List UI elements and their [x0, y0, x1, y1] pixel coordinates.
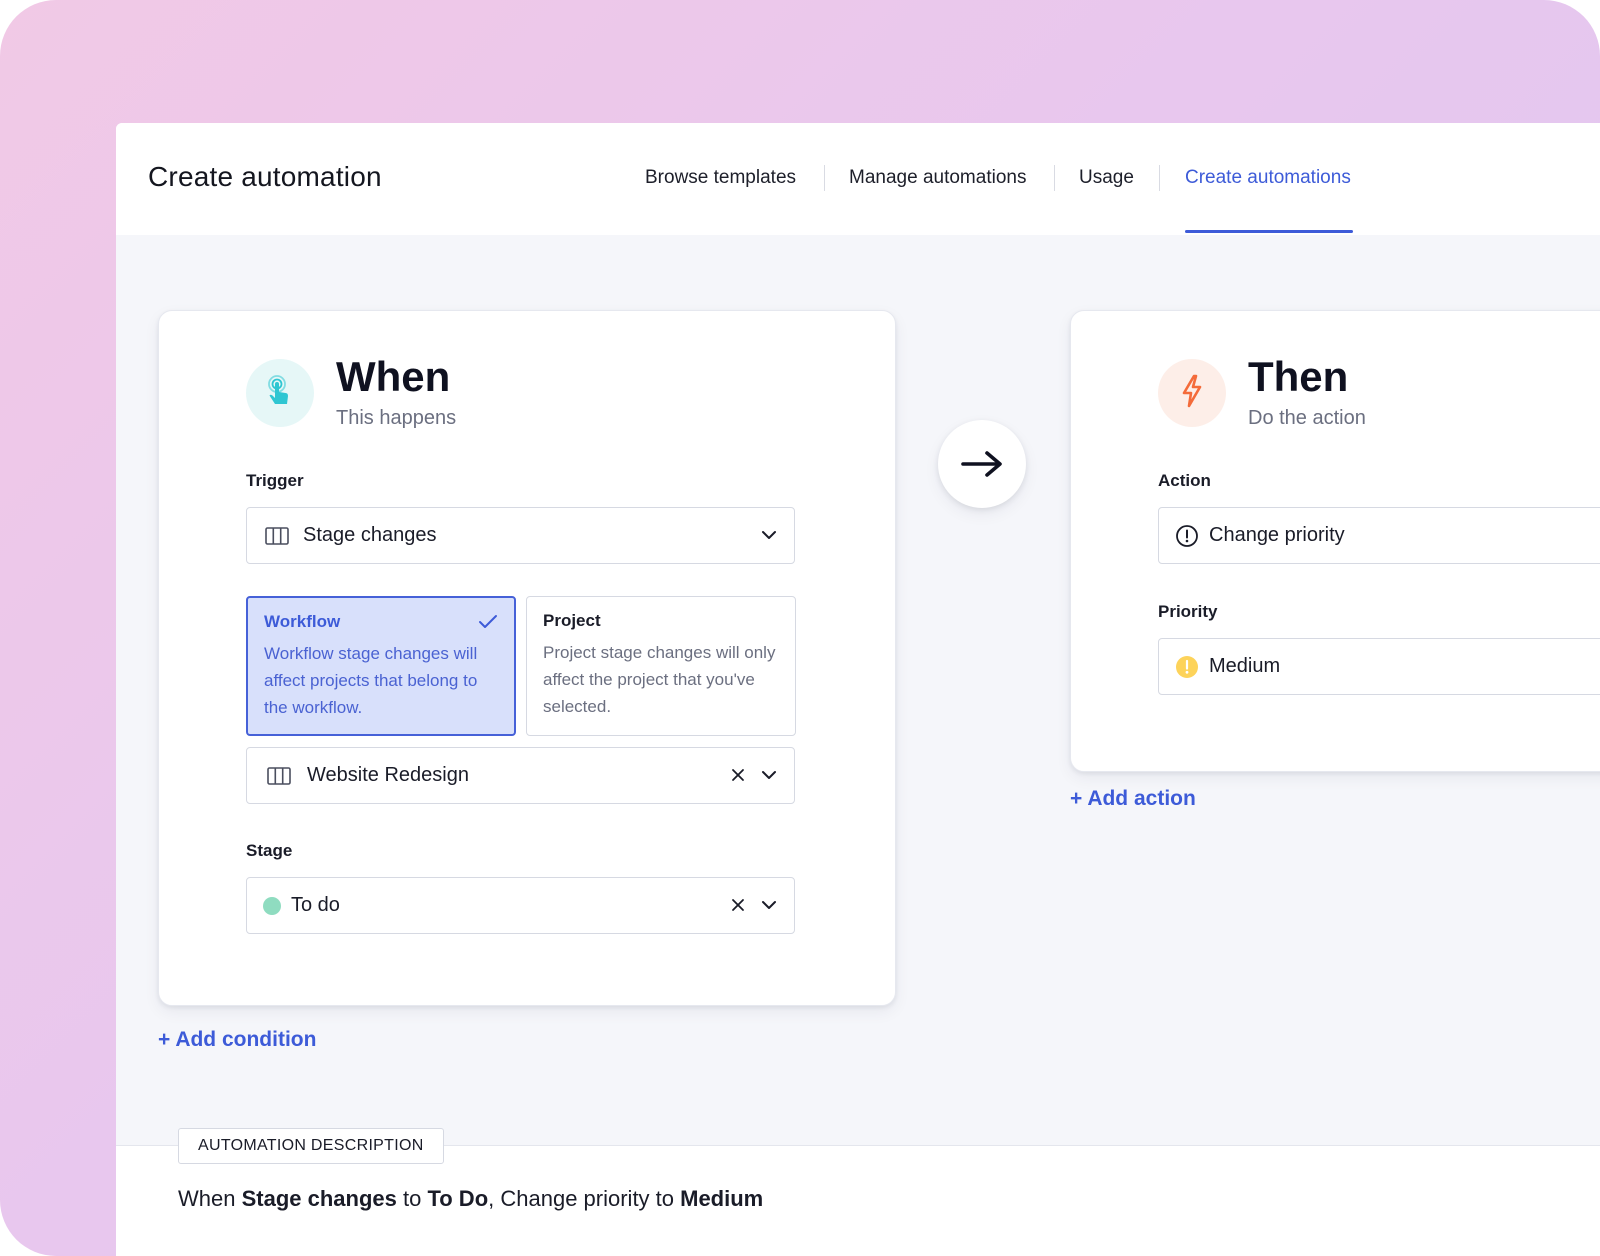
priority-label: Priority	[1158, 602, 1218, 621]
checkmark-icon	[478, 614, 498, 635]
option-project[interactable]: Project Project stage changes will only …	[526, 596, 796, 736]
header: Create automation Browse templates Manag…	[116, 123, 1600, 235]
touch-pointer-icon	[265, 374, 295, 413]
when-badge	[246, 359, 314, 427]
priority-value: Medium	[1209, 655, 1281, 677]
priority-medium-icon	[1175, 655, 1199, 679]
arrow-right-icon	[938, 420, 1026, 508]
nav-divider	[1159, 165, 1160, 191]
then-heading: Then	[1248, 353, 1349, 400]
add-condition-link[interactable]: + Add condition	[158, 1028, 316, 1052]
trigger-label: Trigger	[246, 471, 304, 490]
active-tab-indicator	[1185, 230, 1353, 233]
when-subheading: This happens	[336, 407, 457, 429]
clear-icon[interactable]	[730, 896, 746, 914]
workflow-select[interactable]: Website Redesign	[246, 747, 795, 804]
when-heading: When	[336, 353, 451, 400]
page-title: Create automation	[148, 161, 382, 192]
chevron-down-icon[interactable]	[760, 526, 778, 544]
chevron-down-icon[interactable]	[760, 766, 778, 784]
description-part: to	[396, 1186, 428, 1211]
option-project-description: Project stage changes will only affect t…	[543, 643, 776, 716]
option-project-title: Project	[543, 611, 601, 630]
trigger-value: Stage changes	[303, 524, 437, 546]
description-part: , Change priority to	[488, 1186, 681, 1211]
action-label: Action	[1158, 471, 1211, 490]
action-select[interactable]: Change priority	[1158, 507, 1600, 564]
nav-usage[interactable]: Usage	[1079, 167, 1134, 189]
nav-browse-templates[interactable]: Browse templates	[645, 167, 796, 189]
automation-description-tag: AUTOMATION DESCRIPTION	[178, 1128, 444, 1164]
stage-select[interactable]: To do	[246, 877, 795, 934]
app-window: Create automation Browse templates Manag…	[116, 123, 1600, 1256]
nav-divider	[1054, 165, 1055, 191]
stage-label: Stage	[246, 841, 293, 860]
trigger-select[interactable]: Stage changes	[246, 507, 795, 564]
workflow-value: Website Redesign	[307, 764, 469, 786]
description-priority: Medium	[680, 1186, 764, 1211]
when-card: When This happens Trigger Stage changes …	[158, 310, 896, 1006]
automation-description-text: When Stage changes to To Do, Change prio…	[178, 1186, 763, 1212]
add-action-link[interactable]: + Add action	[1070, 787, 1196, 811]
description-part: When	[178, 1186, 242, 1211]
then-subheading: Do the action	[1248, 407, 1366, 429]
action-value: Change priority	[1209, 524, 1345, 546]
stage-status-dot	[263, 896, 281, 915]
background-frame: Create automation Browse templates Manag…	[0, 0, 1600, 1256]
priority-select[interactable]: Medium	[1158, 638, 1600, 695]
clear-icon[interactable]	[730, 766, 746, 784]
automation-description-panel: AUTOMATION DESCRIPTION When Stage change…	[116, 1128, 1600, 1256]
chevron-down-icon[interactable]	[760, 896, 778, 914]
nav-create-automations[interactable]: Create automations	[1185, 167, 1351, 189]
then-card: Then Do the action Action Change priorit…	[1070, 310, 1600, 772]
option-workflow-title: Workflow	[264, 612, 341, 631]
then-badge	[1158, 359, 1226, 427]
board-columns-icon	[267, 766, 291, 785]
nav-divider	[824, 165, 825, 191]
lightning-icon	[1181, 374, 1203, 413]
option-workflow-description: Workflow stage changes will affect proje…	[264, 644, 478, 717]
description-stage: To Do	[427, 1186, 489, 1211]
nav-manage-automations[interactable]: Manage automations	[849, 167, 1026, 189]
description-trigger: Stage changes	[241, 1186, 397, 1211]
option-workflow[interactable]: Workflow Workflow stage changes will aff…	[246, 596, 516, 736]
board-columns-icon	[265, 526, 289, 545]
alert-circle-icon	[1175, 524, 1199, 548]
stage-value: To do	[291, 894, 340, 916]
